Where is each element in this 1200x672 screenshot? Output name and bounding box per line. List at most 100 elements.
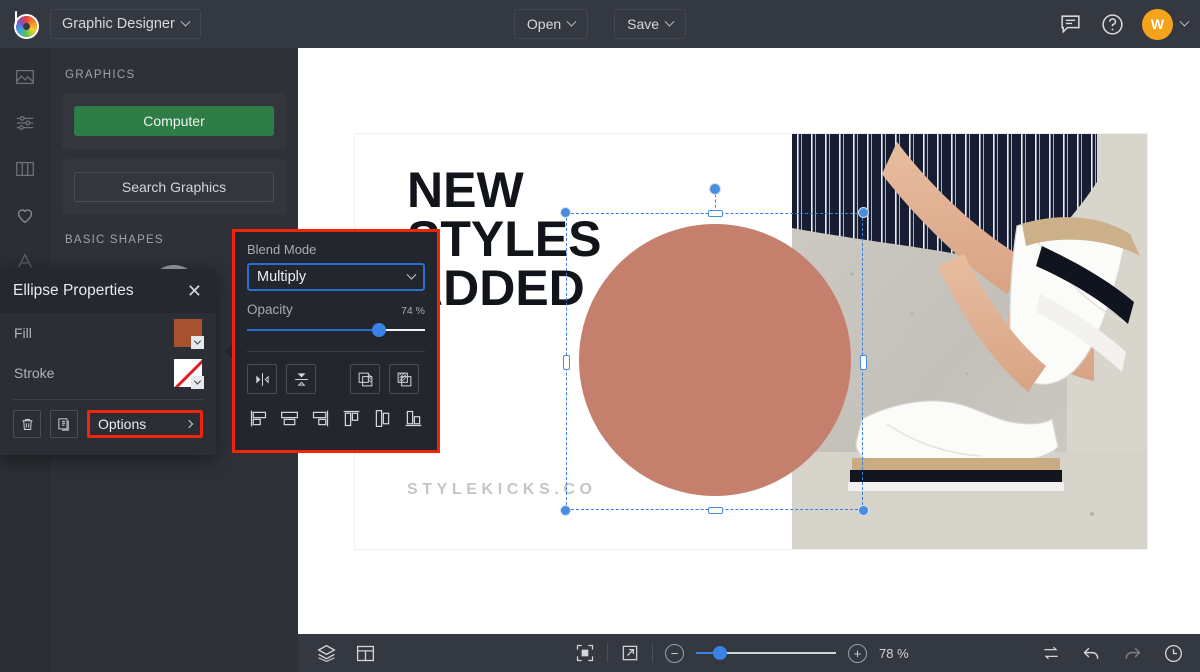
align-middle-vertical-icon[interactable] bbox=[370, 405, 394, 431]
open-button-label: Open bbox=[527, 16, 561, 32]
resize-handle-bottom-right[interactable] bbox=[858, 505, 869, 516]
opacity-slider-fill bbox=[247, 329, 379, 331]
fill-label: Fill bbox=[14, 325, 32, 341]
bring-forward-icon[interactable] bbox=[350, 364, 380, 394]
avatar[interactable]: W bbox=[1142, 9, 1173, 40]
align-bottom-icon[interactable] bbox=[401, 405, 425, 431]
blend-mode-select[interactable]: Multiply bbox=[247, 263, 425, 291]
logo-hole bbox=[23, 23, 30, 30]
zoom-out-button[interactable]: − bbox=[665, 644, 684, 663]
ellipse-properties-panel: Ellipse Properties ✕ Fill Stroke bbox=[0, 269, 216, 455]
zoom-slider[interactable] bbox=[696, 646, 836, 660]
zoom-level-value: 78 % bbox=[879, 646, 923, 661]
blend-mode-label: Blend Mode bbox=[247, 242, 425, 257]
stroke-dropdown-icon[interactable] bbox=[191, 376, 204, 389]
bottom-toolbar-left bbox=[298, 643, 376, 664]
expand-icon[interactable] bbox=[620, 643, 640, 663]
resize-handle-top[interactable] bbox=[708, 210, 723, 217]
sidebar-item-images[interactable] bbox=[8, 62, 42, 92]
panel-layout-icon[interactable] bbox=[355, 643, 376, 664]
opacity-label: Opacity bbox=[247, 302, 293, 317]
app-root: Graphic Designer Open Save bbox=[0, 0, 1200, 672]
flip-horizontal-icon[interactable] bbox=[247, 364, 277, 394]
options-button[interactable]: Options bbox=[87, 410, 203, 438]
chevron-right-icon bbox=[185, 420, 193, 428]
transform-icon-row bbox=[247, 364, 425, 394]
blend-options-popup: Blend Mode Multiply Opacity 74 % bbox=[232, 229, 440, 453]
headline-line-1: NEW bbox=[407, 166, 601, 215]
opacity-slider-knob[interactable] bbox=[372, 323, 386, 337]
resize-handle-left[interactable] bbox=[563, 355, 570, 370]
zoom-slider-knob[interactable] bbox=[713, 646, 727, 660]
stroke-row: Stroke bbox=[0, 353, 216, 393]
undo-icon[interactable] bbox=[1081, 643, 1102, 664]
top-toolbar: Graphic Designer Open Save bbox=[0, 0, 1200, 48]
close-icon[interactable]: ✕ bbox=[187, 282, 202, 300]
opacity-slider[interactable] bbox=[247, 323, 425, 337]
resize-handle-bottom[interactable] bbox=[708, 507, 723, 514]
flip-vertical-icon[interactable] bbox=[286, 364, 316, 394]
rotation-handle[interactable] bbox=[709, 183, 721, 195]
fill-swatch-control[interactable] bbox=[174, 319, 202, 347]
sidebar-item-layouts[interactable] bbox=[8, 154, 42, 184]
computer-button[interactable]: Computer bbox=[74, 106, 274, 136]
artboard[interactable]: NEW STYLES ADDED STYLEKICKS.CO bbox=[355, 134, 1147, 549]
opacity-value: 74 % bbox=[401, 305, 425, 317]
help-icon[interactable] bbox=[1100, 12, 1125, 37]
computer-card: Computer bbox=[62, 93, 286, 149]
divider bbox=[652, 644, 653, 662]
logo-stem bbox=[15, 11, 17, 25]
top-toolbar-right: W bbox=[1058, 0, 1188, 48]
chevron-down-icon bbox=[567, 16, 577, 26]
divider bbox=[607, 644, 608, 662]
chevron-down-icon[interactable] bbox=[1180, 16, 1190, 26]
resize-handle-right[interactable] bbox=[860, 355, 867, 370]
graphics-panel-title: GRAPHICS bbox=[50, 48, 298, 93]
chevron-down-icon bbox=[407, 269, 417, 279]
sidebar-item-adjustments[interactable] bbox=[8, 108, 42, 138]
layers-icon[interactable] bbox=[316, 643, 337, 664]
fill-dropdown-icon[interactable] bbox=[191, 336, 204, 349]
app-logo[interactable] bbox=[0, 11, 50, 37]
duplicate-icon[interactable] bbox=[50, 410, 78, 438]
resize-handle-top-left[interactable] bbox=[560, 207, 571, 218]
selection-bounding-box bbox=[566, 213, 863, 510]
fit-to-screen-icon[interactable] bbox=[575, 643, 595, 663]
align-center-horizontal-icon[interactable] bbox=[278, 405, 302, 431]
swap-icon[interactable] bbox=[1041, 643, 1061, 663]
fill-row: Fill bbox=[0, 313, 216, 353]
open-button[interactable]: Open bbox=[514, 9, 588, 39]
zoom-in-button[interactable]: + bbox=[848, 644, 867, 663]
save-button-label: Save bbox=[627, 16, 659, 32]
save-button[interactable]: Save bbox=[614, 9, 686, 39]
opacity-row: Opacity 74 % bbox=[247, 302, 425, 317]
document-title-button[interactable]: Graphic Designer bbox=[50, 9, 201, 39]
resize-handle-bottom-left[interactable] bbox=[560, 505, 571, 516]
align-top-icon[interactable] bbox=[339, 405, 363, 431]
options-button-label: Options bbox=[98, 416, 146, 432]
comment-icon[interactable] bbox=[1058, 12, 1083, 37]
align-right-icon[interactable] bbox=[309, 405, 333, 431]
chevron-down-icon bbox=[665, 16, 675, 26]
align-left-icon[interactable] bbox=[247, 405, 271, 431]
history-clock-icon[interactable] bbox=[1163, 643, 1184, 664]
document-title-label: Graphic Designer bbox=[62, 16, 175, 32]
bottom-toolbar-right bbox=[1041, 643, 1184, 664]
sidebar-item-favorites[interactable] bbox=[8, 200, 42, 230]
trash-icon[interactable] bbox=[13, 410, 41, 438]
align-icon-row bbox=[247, 405, 425, 431]
selection-overlay bbox=[566, 213, 863, 510]
bottom-toolbar: − + 78 % bbox=[298, 634, 1200, 672]
page-title: Ellipse Properties bbox=[13, 282, 134, 300]
send-backward-icon[interactable] bbox=[389, 364, 419, 394]
ellipse-properties-header: Ellipse Properties ✕ bbox=[0, 269, 216, 313]
avatar-initial: W bbox=[1151, 16, 1164, 32]
redo-icon[interactable] bbox=[1122, 643, 1143, 664]
chevron-down-icon bbox=[180, 16, 190, 26]
stroke-swatch-control[interactable] bbox=[174, 359, 202, 387]
search-card: Search Graphics bbox=[62, 159, 286, 215]
resize-handle-top-right[interactable] bbox=[858, 207, 869, 218]
search-graphics-button[interactable]: Search Graphics bbox=[74, 172, 274, 202]
blend-mode-value: Multiply bbox=[257, 269, 306, 285]
ellipse-properties-footer: Options bbox=[0, 400, 216, 438]
